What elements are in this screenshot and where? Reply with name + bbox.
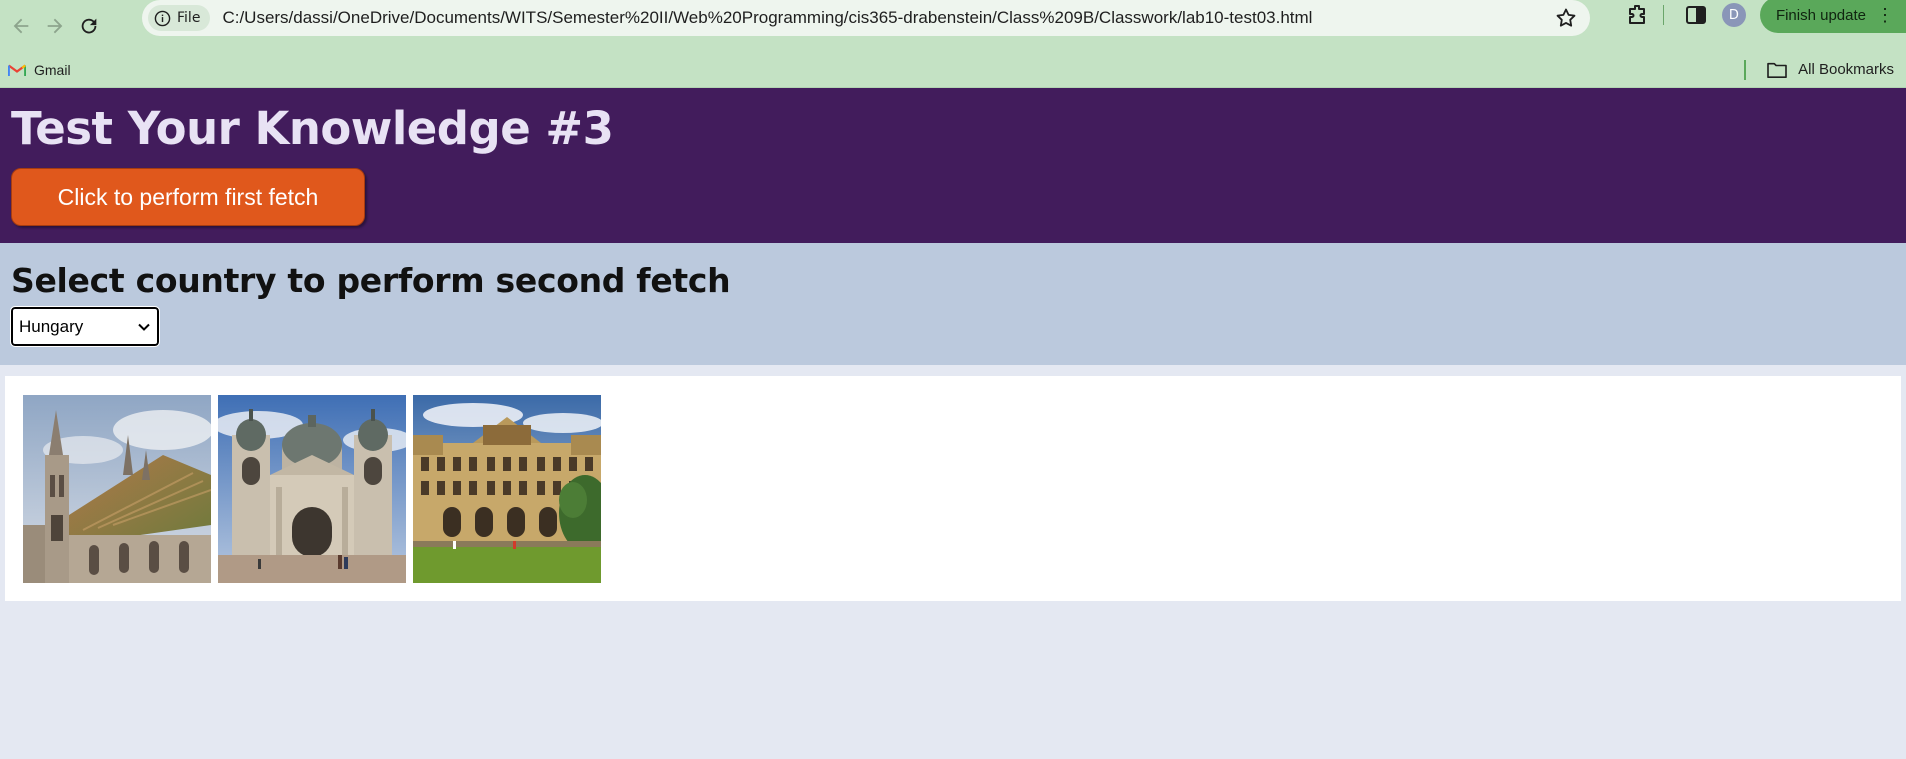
- section-title: Select country to perform second fetch: [11, 261, 731, 300]
- gmail-icon: [8, 64, 26, 76]
- site-info-chip[interactable]: File: [148, 5, 211, 31]
- bookmark-label: Gmail: [34, 61, 71, 78]
- toolbar-right: D Finish update ⋮: [1625, 0, 1906, 33]
- browser-toolbar: File C:/Users/dassi/OneDrive/Documents/W…: [0, 0, 1906, 52]
- back-button[interactable]: [8, 13, 34, 39]
- bookmarks-divider: [1744, 59, 1747, 80]
- toolbar-divider: [1662, 5, 1664, 25]
- all-bookmarks-label: All Bookmarks: [1798, 61, 1894, 78]
- site-chip-label: File: [177, 10, 201, 26]
- arrow-right-icon: [47, 18, 63, 34]
- bookmark-gmail[interactable]: Gmail: [8, 62, 71, 78]
- page-title: Test Your Knowledge #3: [11, 102, 614, 155]
- star-icon[interactable]: [1554, 6, 1578, 30]
- side-panel-icon[interactable]: [1684, 3, 1708, 27]
- bookmarks-bar: Gmail All Bookmarks: [0, 52, 1906, 88]
- finish-update-label: Finish update: [1775, 6, 1866, 24]
- page-header: Test Your Knowledge #3 Click to perform …: [0, 88, 1906, 243]
- reload-button[interactable]: [76, 13, 102, 39]
- reload-icon: [81, 18, 97, 34]
- image-gallery: [5, 376, 1901, 601]
- first-fetch-button[interactable]: Click to perform first fetch: [11, 168, 365, 226]
- country-select-section: Select country to perform second fetch H…: [0, 243, 1906, 365]
- forward-button[interactable]: [42, 13, 68, 39]
- country-dropdown[interactable]: Hungary: [10, 306, 160, 347]
- arrow-left-icon: [13, 18, 29, 34]
- selected-country: Hungary: [19, 316, 84, 336]
- gallery-image-basilica: [218, 395, 406, 583]
- info-icon: [154, 10, 171, 26]
- extensions-icon[interactable]: [1625, 3, 1649, 27]
- finish-update-button[interactable]: Finish update ⋮: [1759, 0, 1906, 33]
- address-bar[interactable]: File C:/Users/dassi/OneDrive/Documents/W…: [142, 0, 1590, 36]
- chevron-down-icon: [138, 323, 150, 331]
- gallery-image-palace: [413, 395, 601, 583]
- kebab-menu-icon[interactable]: ⋮: [1876, 6, 1894, 24]
- all-bookmarks[interactable]: All Bookmarks: [1744, 52, 1894, 87]
- folder-icon: [1767, 62, 1787, 78]
- profile-avatar[interactable]: D: [1721, 3, 1746, 27]
- url-text[interactable]: C:/Users/dassi/OneDrive/Documents/WITS/S…: [222, 8, 1312, 28]
- gallery-image-church: [23, 395, 211, 583]
